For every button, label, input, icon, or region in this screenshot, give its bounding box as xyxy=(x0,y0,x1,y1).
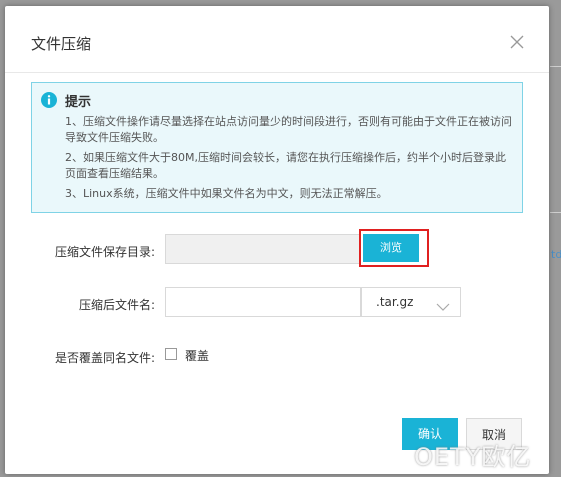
confirm-button[interactable]: 确认 xyxy=(402,418,458,450)
cancel-button[interactable]: 取消 xyxy=(466,418,522,450)
background-edge-text: td xyxy=(551,248,561,261)
dialog-title: 文件压缩 xyxy=(31,35,92,53)
extension-selected-value: .tar.gz xyxy=(376,295,414,309)
overwrite-checkbox[interactable] xyxy=(165,348,177,360)
tip-lines: 1、压缩文件操作请尽量选择在站点访问量少的时间段进行，否则有可能由于文件正在被访… xyxy=(65,114,515,207)
title-divider xyxy=(5,72,549,73)
close-icon[interactable] xyxy=(508,33,526,51)
save-dir-label: 压缩文件保存目录: xyxy=(54,245,155,259)
compress-dialog: 文件压缩 提示 1、压缩文件操作请尽量选择在站点访问量少的时间段进行，否则有可能… xyxy=(5,6,549,474)
info-icon xyxy=(41,92,57,108)
filename-label: 压缩后文件名: xyxy=(78,298,155,312)
tip-line: 1、压缩文件操作请尽量选择在站点访问量少的时间段进行，否则有可能由于文件正在被访… xyxy=(65,115,512,144)
background-divider xyxy=(550,212,561,213)
chevron-down-icon xyxy=(436,297,450,311)
background-divider xyxy=(550,66,561,67)
tip-line: 2、如果压缩文件大于80M,压缩时间会较长，请您在执行压缩操作后，约半个小时后登… xyxy=(65,151,506,180)
overwrite-checkbox-label[interactable]: 覆盖 xyxy=(185,347,209,364)
tip-title: 提示 xyxy=(65,95,92,110)
tip-line: 3、Linux系统，压缩文件中如果文件名为中文，则无法正常解压。 xyxy=(65,187,388,200)
overwrite-label: 是否覆盖同名文件: xyxy=(54,351,155,365)
browse-highlight-box xyxy=(359,229,429,267)
save-dir-input[interactable] xyxy=(165,234,361,264)
tip-box: 提示 1、压缩文件操作请尽量选择在站点访问量少的时间段进行，否则有可能由于文件正… xyxy=(31,82,523,213)
filename-input[interactable] xyxy=(165,287,361,317)
extension-select[interactable]: .tar.gz xyxy=(361,287,461,317)
